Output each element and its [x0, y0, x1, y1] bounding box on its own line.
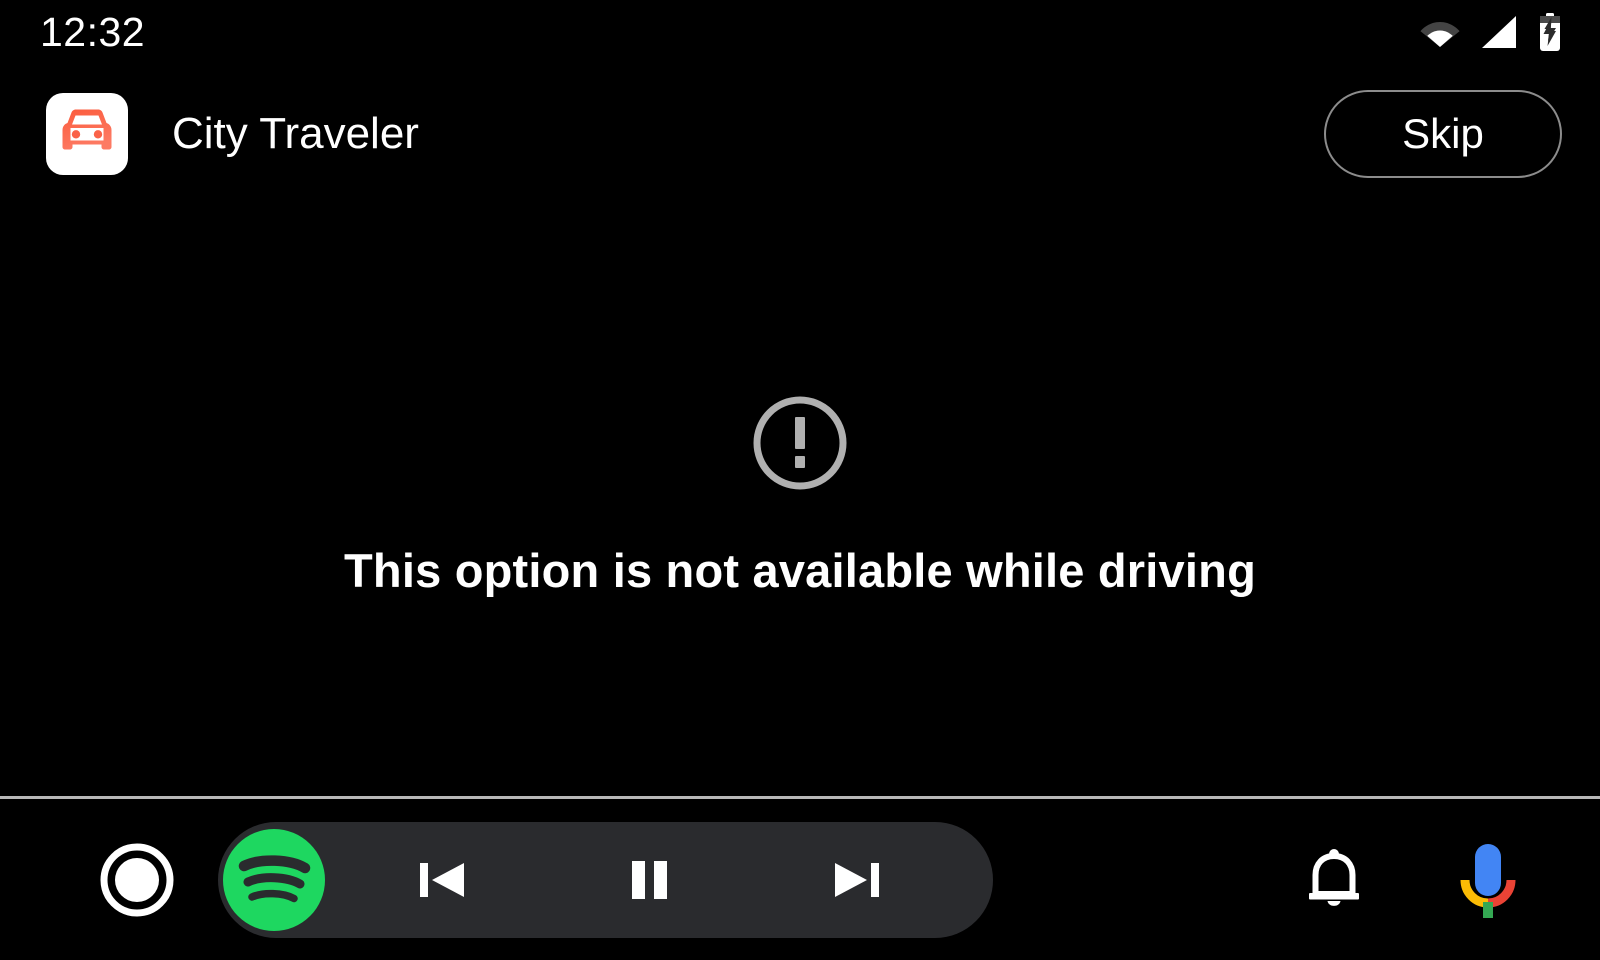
pause-button[interactable]: [601, 832, 697, 928]
skip-button[interactable]: Skip: [1324, 90, 1562, 178]
google-assistant-mic-icon: [1457, 842, 1519, 918]
driving-restriction-message: This option is not available while drivi…: [344, 544, 1256, 598]
notifications-button[interactable]: [1296, 842, 1372, 918]
status-clock: 12:32: [40, 8, 146, 55]
bell-icon: [1303, 847, 1365, 913]
app-header: City Traveler Skip: [0, 76, 1600, 192]
skip-next-icon: [827, 851, 885, 909]
home-button[interactable]: [98, 841, 176, 919]
bottom-nav-bar: [0, 799, 1600, 960]
status-icons: [1420, 13, 1562, 51]
nav-right-actions: [993, 842, 1600, 918]
next-track-button[interactable]: [808, 832, 904, 928]
spotify-icon[interactable]: [222, 828, 326, 932]
main-content: This option is not available while drivi…: [0, 192, 1600, 798]
previous-track-button[interactable]: [395, 832, 491, 928]
app-title: City Traveler: [172, 109, 419, 158]
wifi-icon: [1420, 16, 1460, 48]
media-controls: [326, 832, 993, 928]
media-control-pill: [218, 821, 993, 938]
car-app-icon: [46, 93, 128, 175]
status-bar: 12:32: [0, 0, 1600, 64]
error-outline-icon: [750, 393, 850, 493]
cellular-signal-icon: [1480, 15, 1518, 49]
battery-charging-icon: [1538, 13, 1562, 51]
skip-previous-icon: [414, 851, 472, 909]
pause-icon: [623, 851, 675, 909]
home-circle-icon: [98, 841, 176, 919]
assistant-button[interactable]: [1450, 842, 1526, 918]
